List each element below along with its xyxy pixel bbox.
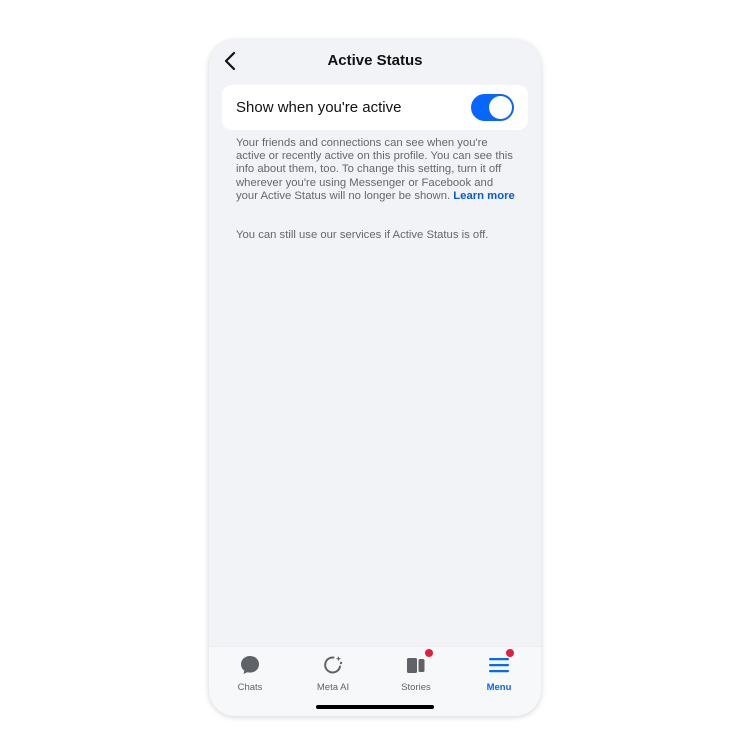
menu-icon — [487, 648, 515, 677]
home-indicator — [316, 705, 434, 709]
stories-icon — [404, 648, 434, 677]
stories-badge — [424, 648, 434, 658]
header: Active Status — [209, 40, 541, 84]
tab-menu-label: Menu — [486, 682, 512, 693]
phone-screen: Active Status Show when you're active Yo… — [209, 40, 541, 716]
tab-stories[interactable]: Stories — [376, 648, 456, 693]
tab-meta-ai[interactable]: Meta AI — [293, 653, 373, 693]
tab-bar: Chats Meta AI Stories Menu — [209, 646, 541, 716]
toggle-knob — [489, 96, 512, 119]
note-text: You can still use our services if Active… — [236, 229, 489, 241]
tab-chats-label: Chats — [237, 682, 263, 693]
learn-more-link[interactable]: Learn more — [453, 190, 515, 202]
page-title: Active Status — [327, 52, 423, 69]
active-status-toggle[interactable] — [471, 94, 514, 121]
menu-badge — [505, 648, 515, 658]
active-status-setting: Show when you're active — [222, 85, 528, 130]
chat-bubble-icon — [238, 653, 262, 677]
description-text: Your friends and connections can see whe… — [236, 137, 516, 203]
tab-chats[interactable]: Chats — [210, 653, 290, 693]
meta-ai-icon — [321, 653, 345, 677]
tab-stories-label: Stories — [401, 682, 431, 693]
tab-menu[interactable]: Menu — [459, 648, 539, 693]
setting-label: Show when you're active — [236, 99, 402, 116]
tab-meta-ai-label: Meta AI — [316, 682, 350, 693]
